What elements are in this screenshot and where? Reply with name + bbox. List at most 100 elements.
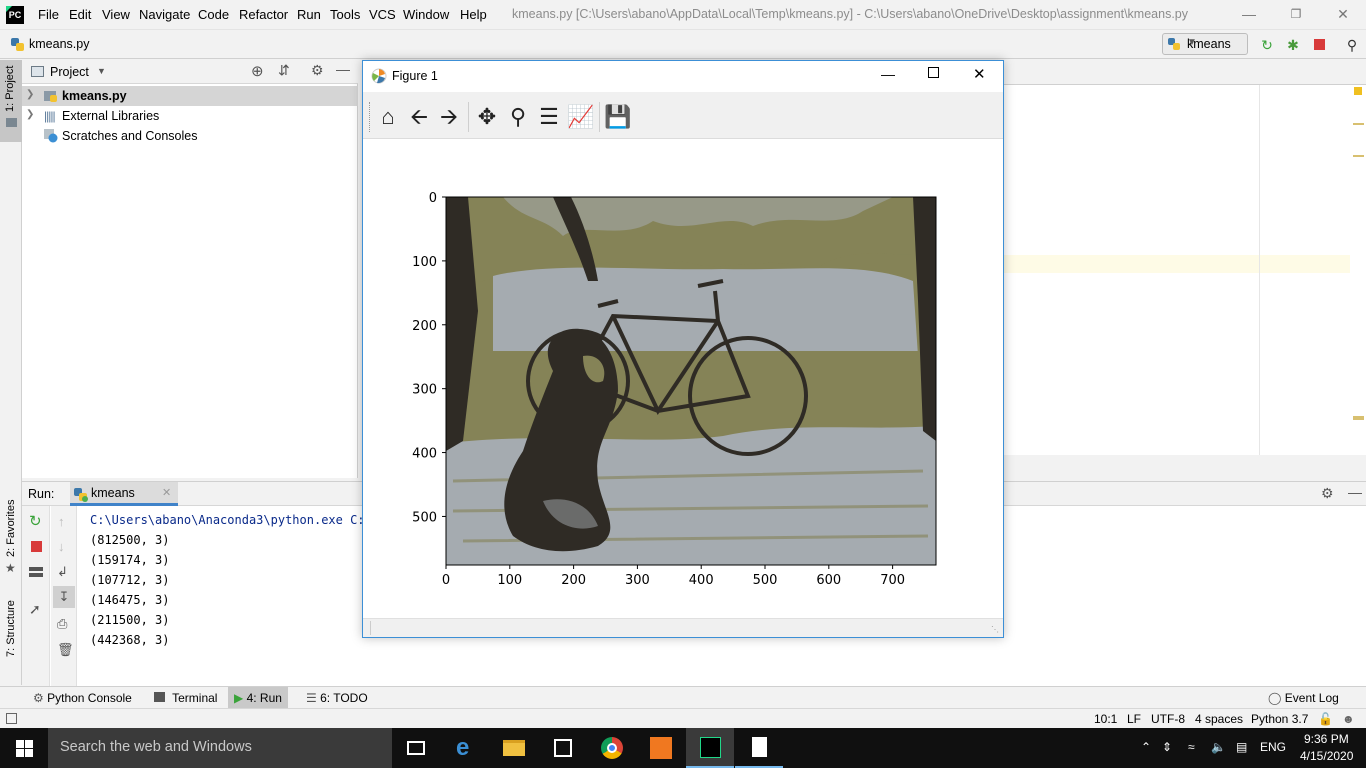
chevron-down-icon[interactable]: ▼ (97, 66, 106, 76)
home-icon[interactable]: ⌂ (375, 104, 401, 130)
inspector-icon[interactable]: ☻ (1342, 712, 1355, 726)
line-separator[interactable]: LF (1127, 712, 1141, 726)
file-explorer-icon[interactable] (490, 728, 538, 768)
restore-icon[interactable]: ❐ (1282, 4, 1310, 24)
scroll-to-end-icon[interactable]: ↧ (53, 586, 75, 608)
toggle-tool-windows-icon[interactable] (6, 713, 17, 724)
chrome-icon[interactable] (588, 728, 636, 768)
store-icon[interactable] (539, 728, 587, 768)
indent-setting[interactable]: 4 spaces (1195, 712, 1243, 726)
clock-time[interactable]: 9:36 PM (1304, 732, 1349, 746)
soft-wrap-icon[interactable]: ↲ (57, 564, 68, 580)
warning-indicator-icon[interactable] (1354, 87, 1362, 95)
lock-icon[interactable]: 🔓 (1318, 712, 1333, 726)
matplotlib-window-taskbar-icon[interactable] (735, 728, 783, 768)
breadcrumb-file[interactable]: kmeans.py (29, 37, 89, 51)
forward-arrow-icon[interactable]: 🡪 (436, 104, 462, 130)
hide-icon[interactable]: — (336, 61, 350, 77)
tree-item-kmeans[interactable]: ❯ kmeans.py (22, 86, 358, 106)
taskbar-search-box[interactable]: Search the web and Windows (48, 728, 392, 768)
stripe-mark[interactable] (1353, 416, 1364, 420)
language-indicator[interactable]: ENG (1260, 740, 1286, 754)
menu-refactor[interactable]: Refactor (239, 7, 288, 22)
project-pane-title[interactable]: Project (50, 65, 89, 79)
minimize-icon[interactable]: — (881, 66, 895, 82)
tree-item-scratches[interactable]: Scratches and Consoles (22, 126, 358, 146)
file-encoding[interactable]: UTF-8 (1151, 712, 1185, 726)
chevron-right-icon[interactable]: ❯ (26, 89, 34, 100)
print-icon[interactable]: ⎙ (57, 616, 67, 632)
run-tab-kmeans[interactable]: kmeans ✕ (70, 482, 178, 506)
menu-code[interactable]: Code (198, 7, 229, 22)
menu-navigate[interactable]: Navigate (139, 7, 190, 22)
up-arrow-icon[interactable]: ↑ (58, 514, 65, 529)
tool-tab-favorites[interactable]: 2: Favorites (5, 500, 17, 557)
caret-position[interactable]: 10:1 (1094, 712, 1117, 726)
layout-icon[interactable] (29, 567, 43, 577)
stripe-mark[interactable] (1353, 123, 1364, 125)
menu-tools[interactable]: Tools (330, 7, 360, 22)
stop-icon[interactable] (31, 541, 42, 552)
save-icon[interactable]: 💾 (604, 104, 631, 130)
collapse-all-icon[interactable]: ⇵ (278, 62, 290, 79)
trash-icon[interactable]: 🗑 (57, 642, 74, 658)
tool-tab-terminal[interactable]: Terminal (148, 687, 223, 709)
menu-file[interactable]: File (38, 7, 59, 22)
close-tab-icon[interactable]: ✕ (162, 486, 171, 499)
run-configuration-select[interactable]: kmeans ▼ (1162, 33, 1248, 55)
tool-tab-structure[interactable]: 7: Structure (5, 600, 17, 657)
stop-icon[interactable] (1310, 36, 1328, 54)
subplots-icon[interactable]: ☰ (536, 104, 562, 130)
tool-tab-python-console[interactable]: ⚙ Python Console (27, 687, 138, 709)
debug-icon[interactable]: ✱ (1284, 36, 1302, 54)
network-icon[interactable]: ≈ (1188, 740, 1195, 754)
locate-icon[interactable]: ⊕ (251, 62, 264, 80)
figure-title-bar[interactable]: Figure 1 — ✕ (363, 61, 1003, 92)
gear-icon[interactable]: ⚙ (311, 62, 324, 79)
clock-date[interactable]: 4/15/2020 (1300, 749, 1353, 763)
stripe-mark[interactable] (1353, 155, 1364, 157)
tree-item-external-libraries[interactable]: ❯ ||||| External Libraries (22, 106, 358, 126)
menu-run[interactable]: Run (297, 7, 321, 22)
maximize-icon[interactable] (928, 67, 939, 78)
pin-icon[interactable]: ➚ (29, 601, 41, 618)
pycharm-taskbar-icon[interactable] (686, 728, 734, 768)
input-method-icon[interactable]: ⇕ (1162, 740, 1172, 754)
menu-view[interactable]: View (102, 7, 130, 22)
tool-tab-todo[interactable]: ☰ 6: TODO (300, 687, 374, 709)
close-icon[interactable]: ✕ (1329, 4, 1357, 24)
minimize-icon[interactable]: — (1235, 4, 1263, 24)
menu-vcs[interactable]: VCS (369, 7, 396, 22)
tool-tab-event-log[interactable]: ◯ Event Log (1262, 687, 1345, 709)
pdf-app-icon[interactable] (637, 728, 685, 768)
tool-tab-project[interactable]: 1: Project (0, 60, 22, 142)
menu-edit[interactable]: Edit (69, 7, 91, 22)
rerun-icon[interactable]: ↻ (1258, 36, 1276, 54)
windows-start-icon[interactable] (16, 740, 33, 757)
star-icon: ★ (5, 561, 16, 575)
gear-icon[interactable]: ⚙ (1321, 485, 1334, 502)
run-label: Run: (28, 487, 55, 501)
task-view-icon[interactable] (392, 728, 440, 768)
search-everywhere-icon[interactable]: ⚲ (1343, 36, 1361, 54)
python-interpreter[interactable]: Python 3.7 (1251, 712, 1308, 726)
tray-expand-icon[interactable]: ⌃ (1141, 740, 1151, 754)
volume-icon[interactable]: 🔈 (1211, 740, 1226, 754)
tool-tab-run[interactable]: ▶ 4: Run (228, 687, 288, 709)
hide-icon[interactable]: — (1348, 484, 1362, 500)
edge-browser-icon[interactable]: e (441, 728, 489, 768)
close-icon[interactable]: ✕ (973, 65, 986, 83)
resize-grip-icon[interactable]: ⋱ (991, 625, 999, 634)
down-arrow-icon[interactable]: ↓ (58, 539, 65, 554)
rerun-icon[interactable]: ↻ (29, 512, 42, 530)
action-center-icon[interactable]: ▤ (1236, 740, 1247, 754)
image-plot[interactable]: 0 100 200 300 400 500 600 700 0 100 200 300 400 500 (393, 181, 993, 601)
back-arrow-icon[interactable]: 🡨 (406, 104, 432, 130)
edit-axes-icon[interactable]: 📈 (567, 104, 594, 130)
pan-icon[interactable]: ✥ (474, 104, 500, 130)
menu-window[interactable]: Window (403, 7, 449, 22)
menu-help[interactable]: Help (460, 7, 487, 22)
zoom-icon[interactable]: ⚲ (505, 104, 531, 130)
chevron-right-icon[interactable]: ❯ (26, 109, 34, 120)
project-pane: Project ▼ ⊕ ⇵ ⚙ — ❯ kmeans.py ❯ ||||| Ex… (22, 60, 358, 478)
